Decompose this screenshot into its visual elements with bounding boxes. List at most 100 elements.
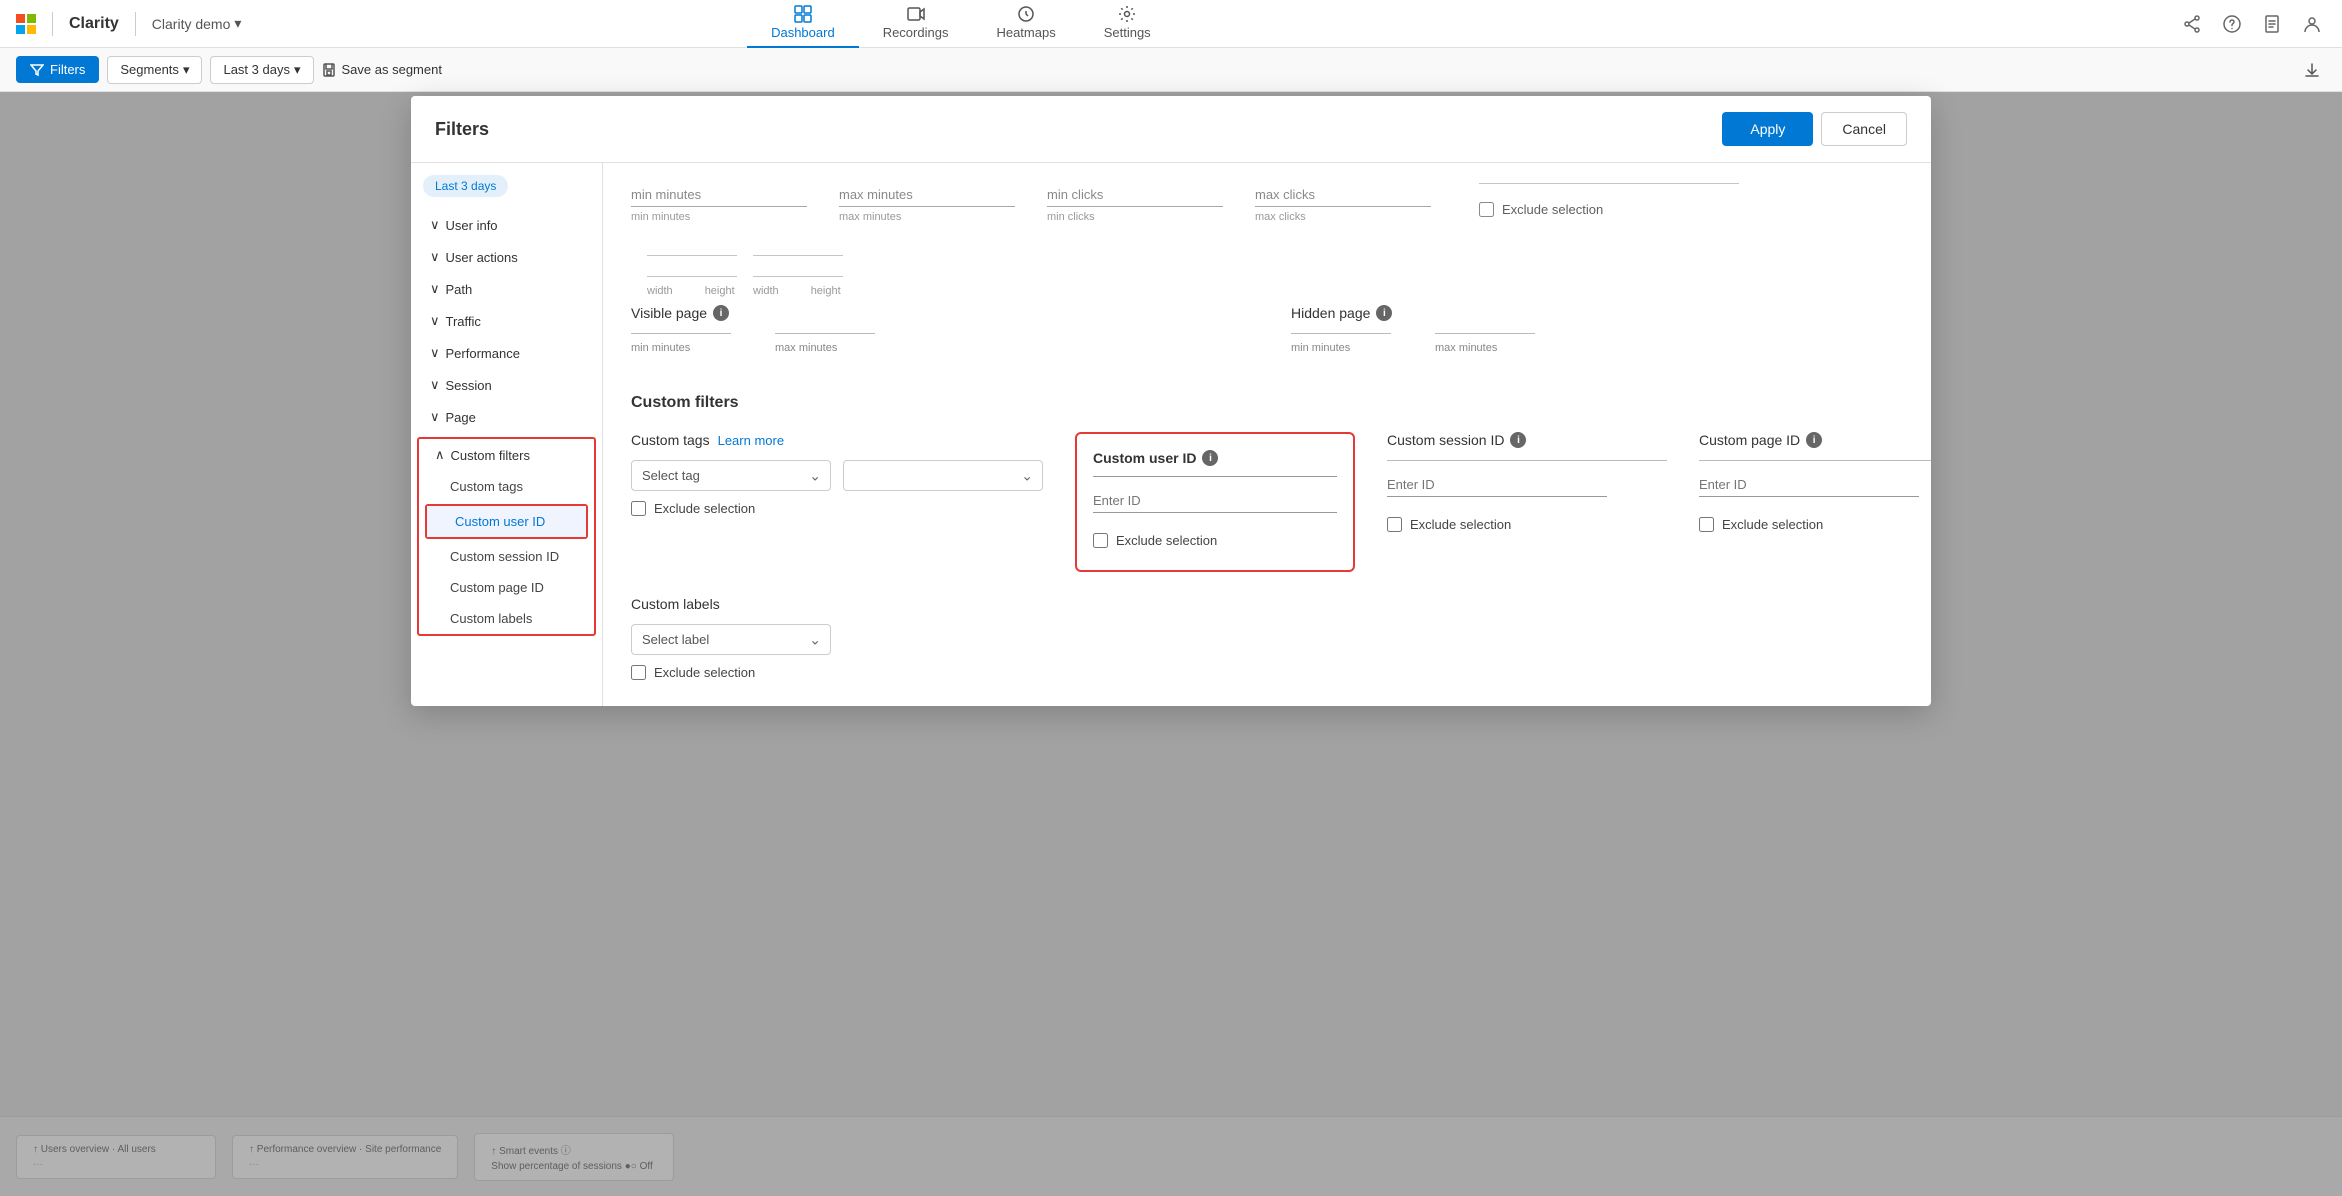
min-clicks-input[interactable] — [1047, 183, 1223, 207]
sidebar-item-user-actions[interactable]: ∨ User actions — [411, 241, 602, 273]
segments-label: Segments — [120, 62, 179, 77]
cancel-button[interactable]: Cancel — [1821, 112, 1907, 146]
brand-section: Clarity — [16, 12, 119, 36]
main-area: ↑ Users overview · All users ··· ↑ Perfo… — [0, 92, 2342, 1196]
custom-session-id-info-icon[interactable]: i — [1510, 432, 1526, 448]
custom-filter-grid: Custom tags Learn more Select tag — [631, 432, 1903, 572]
custom-session-id-input[interactable] — [1387, 473, 1607, 497]
sidebar-item-page[interactable]: ∨ Page — [411, 401, 602, 433]
custom-user-id-label: Custom user ID — [1093, 450, 1196, 466]
sidebar-item-custom-filters[interactable]: ∧ Custom filters — [419, 439, 594, 471]
custom-user-id-divider — [1093, 476, 1337, 477]
hidden-page-info-icon[interactable]: i — [1376, 305, 1392, 321]
project-selector[interactable]: Clarity demo ▾ — [152, 15, 242, 32]
segments-button[interactable]: Segments ▾ — [107, 56, 202, 84]
custom-tags-title: Custom tags — [631, 432, 710, 448]
custom-session-id-exclude-label: Exclude selection — [1410, 517, 1511, 532]
top-fields-row: min minutes max minutes min clicks — [631, 183, 1903, 297]
custom-user-id-input[interactable] — [1093, 489, 1337, 513]
visible-page-section: Visible page i min minutes ma — [631, 305, 1243, 370]
user-actions-chevron-icon: ∨ — [430, 249, 440, 265]
filters-label: Filters — [50, 62, 85, 77]
sidebar-item-custom-tags[interactable]: Custom tags — [419, 471, 594, 502]
project-chevron-icon: ▾ — [234, 15, 241, 32]
select-tag-wrapper: Select tag — [631, 460, 831, 491]
help-icon[interactable] — [2218, 10, 2246, 38]
min-minutes-input[interactable] — [631, 183, 807, 207]
sidebar-label-performance: Performance — [446, 346, 520, 361]
hidden-page-title: Hidden page i — [1291, 305, 1903, 321]
settings-icon — [1118, 5, 1136, 23]
document-icon[interactable] — [2258, 10, 2286, 38]
exclude-selection-1-label: Exclude selection — [1502, 202, 1603, 217]
visible-page-info-icon[interactable]: i — [713, 305, 729, 321]
filters-button[interactable]: Filters — [16, 56, 99, 83]
filter-icon — [30, 63, 44, 77]
custom-labels-exclude-row: Exclude selection — [631, 665, 1903, 680]
custom-session-id-exclude-checkbox[interactable] — [1387, 517, 1402, 532]
sidebar-item-custom-user-id[interactable]: Custom user ID — [427, 506, 586, 537]
exclude-selection-1-checkbox[interactable] — [1479, 202, 1494, 217]
visible-max-label: max minutes — [775, 342, 895, 354]
nav-settings-label: Settings — [1104, 25, 1151, 40]
custom-tags-learn-more[interactable]: Learn more — [718, 433, 784, 448]
custom-labels-exclude-checkbox[interactable] — [631, 665, 646, 680]
sidebar-item-custom-labels[interactable]: Custom labels — [419, 603, 594, 634]
sidebar-item-session[interactable]: ∨ Session — [411, 369, 602, 401]
save-segment-button[interactable]: Save as segment — [322, 62, 442, 77]
sidebar-item-custom-page-id[interactable]: Custom page ID — [419, 572, 594, 603]
custom-tags-exclude-checkbox[interactable] — [631, 501, 646, 516]
heatmaps-icon — [1017, 5, 1035, 23]
filter-sidebar: Last 3 days ∨ User info ∨ User actions ∨… — [411, 163, 603, 706]
custom-labels-exclude-label: Exclude selection — [654, 665, 755, 680]
nav-dashboard-label: Dashboard — [771, 25, 835, 40]
visible-page-duration-row: min minutes max minutes — [631, 333, 1243, 354]
brand-divider — [52, 12, 53, 36]
custom-filters-chevron-icon: ∧ — [435, 447, 445, 463]
custom-page-id-input[interactable] — [1699, 473, 1919, 497]
sidebar-item-performance[interactable]: ∨ Performance — [411, 337, 602, 369]
height-label-1: height — [705, 285, 735, 297]
date-chip[interactable]: Last 3 days — [423, 175, 508, 197]
nav-item-settings[interactable]: Settings — [1080, 0, 1175, 48]
hidden-max-group: max minutes — [1435, 333, 1555, 354]
visible-min-label: min minutes — [631, 342, 751, 354]
sidebar-label-custom-session-id: Custom session ID — [450, 549, 559, 564]
download-icon[interactable] — [2298, 56, 2326, 84]
width-label-1: width — [647, 285, 673, 297]
sidebar-item-user-info[interactable]: ∨ User info — [411, 209, 602, 241]
custom-page-id-exclude-checkbox[interactable] — [1699, 517, 1714, 532]
custom-user-id-info-icon[interactable]: i — [1202, 450, 1218, 466]
max-clicks-group: max clicks — [1255, 183, 1431, 223]
sidebar-item-custom-session-id[interactable]: Custom session ID — [419, 541, 594, 572]
days-chevron-icon: ▾ — [294, 62, 301, 78]
modal-header-actions: Apply Cancel — [1722, 112, 1907, 146]
sidebar-label-user-actions: User actions — [446, 250, 518, 265]
max-minutes-input[interactable] — [839, 183, 1015, 207]
select-label-dropdown[interactable]: Select label — [631, 624, 831, 655]
sidebar-label-custom-labels: Custom labels — [450, 611, 532, 626]
share-icon[interactable] — [2178, 10, 2206, 38]
custom-user-id-exclude-row: Exclude selection — [1093, 533, 1337, 548]
sidebar-item-traffic[interactable]: ∨ Traffic — [411, 305, 602, 337]
apply-button[interactable]: Apply — [1722, 112, 1813, 146]
custom-page-id-info-icon[interactable]: i — [1806, 432, 1822, 448]
nav-item-dashboard[interactable]: Dashboard — [747, 0, 859, 48]
hidden-min-group: min minutes — [1291, 333, 1411, 354]
select-tag-value-dropdown[interactable] — [843, 460, 1043, 491]
visible-page-label: Visible page — [631, 305, 707, 321]
select-tag-dropdown[interactable]: Select tag — [631, 460, 831, 491]
custom-filters-sidebar-box: ∧ Custom filters Custom tags Custom user… — [417, 437, 596, 636]
custom-labels-title: Custom labels — [631, 596, 1903, 612]
user-icon[interactable] — [2298, 10, 2326, 38]
hidden-page-duration-row: min minutes max minutes — [1291, 333, 1903, 354]
min-minutes-label: min minutes — [631, 211, 807, 223]
nav-item-recordings[interactable]: Recordings — [859, 0, 973, 48]
traffic-chevron-icon: ∨ — [430, 313, 440, 329]
nav-item-heatmaps[interactable]: Heatmaps — [972, 0, 1079, 48]
sidebar-item-path[interactable]: ∨ Path — [411, 273, 602, 305]
exclude-selection-1-row: Exclude selection — [1479, 202, 1739, 217]
days-button[interactable]: Last 3 days ▾ — [210, 56, 313, 84]
custom-user-id-exclude-checkbox[interactable] — [1093, 533, 1108, 548]
max-clicks-input[interactable] — [1255, 183, 1431, 207]
